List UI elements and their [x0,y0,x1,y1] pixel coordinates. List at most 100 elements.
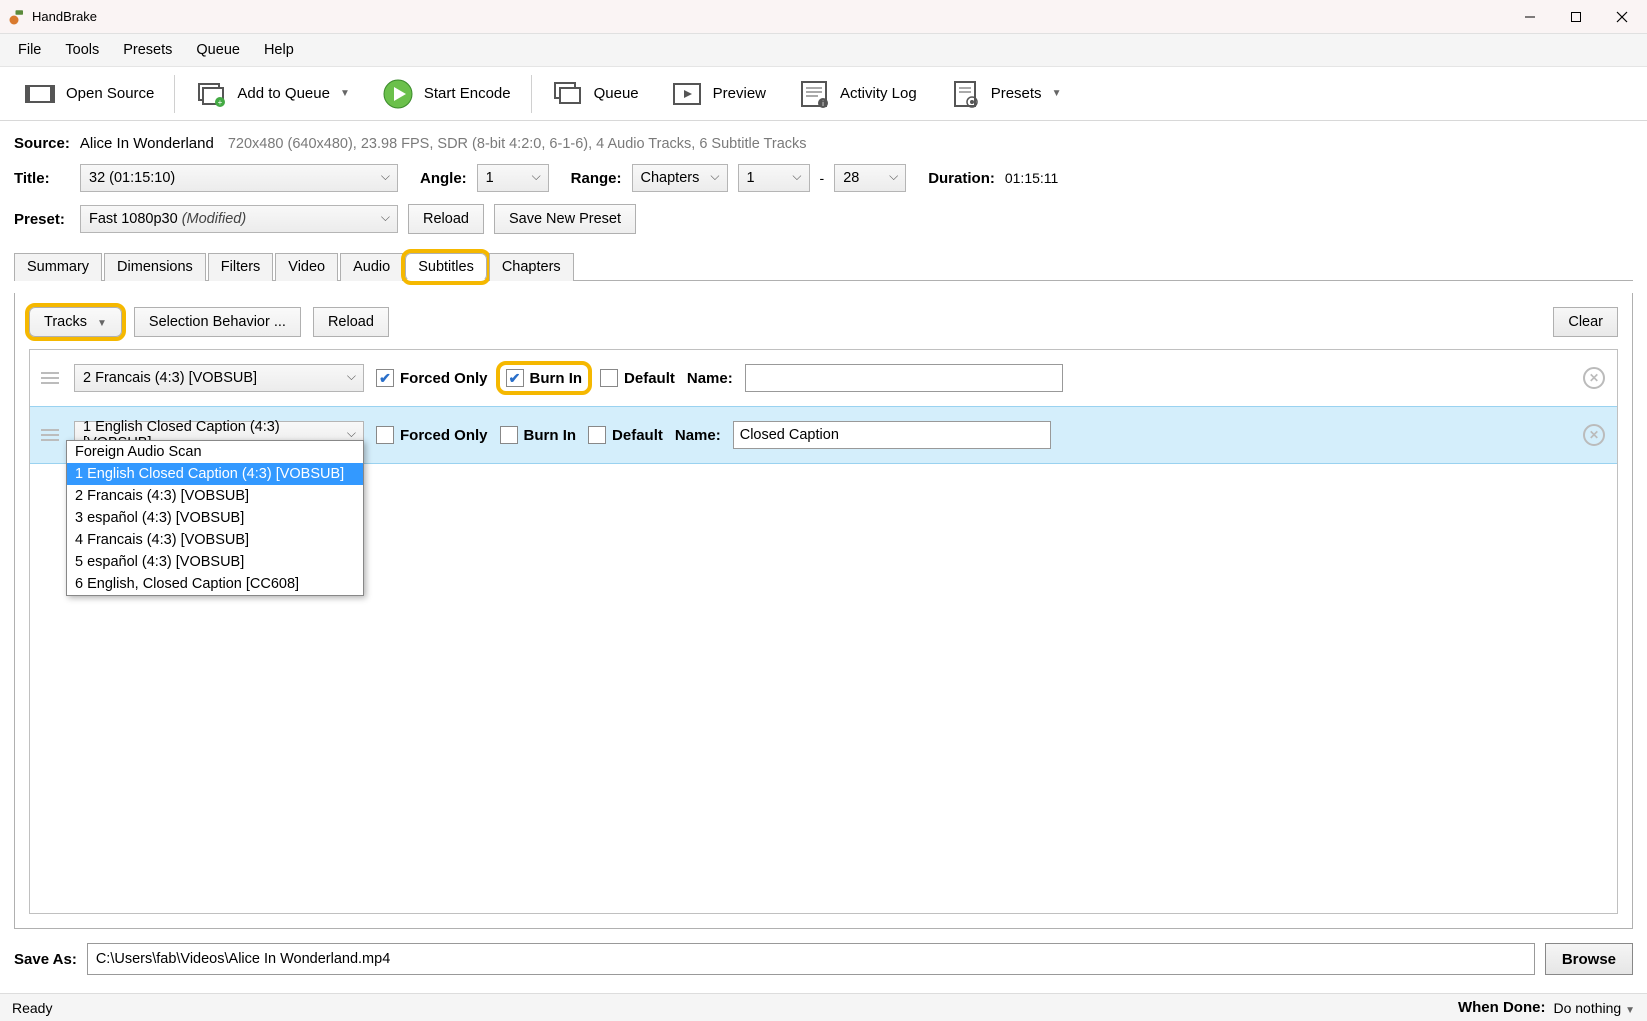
remove-track-button[interactable] [1583,424,1605,446]
when-done-select[interactable]: Do nothing ▼ [1553,1000,1635,1016]
tab-summary[interactable]: Summary [14,253,102,281]
save-new-preset-button[interactable]: Save New Preset [494,204,636,234]
range-to-select[interactable]: 28 [834,164,906,192]
track-name-input[interactable] [733,421,1051,449]
title-label: Title: [14,170,70,187]
dropdown-option[interactable]: 3 español (4:3) [VOBSUB] [67,507,363,529]
range-sep: - [820,170,825,186]
duration-label: Duration: [928,170,995,187]
when-done-label: When Done: [1458,999,1546,1016]
menu-file[interactable]: File [6,36,53,64]
dropdown-option[interactable]: 5 español (4:3) [VOBSUB] [67,551,363,573]
menubar: File Tools Presets Queue Help [0,34,1647,67]
tab-dimensions[interactable]: Dimensions [104,253,206,281]
forced-only-checkbox[interactable] [376,426,394,444]
save-as-input[interactable] [87,943,1535,975]
save-as-row: Save As: Browse [14,941,1633,983]
chevron-down-icon: ▼ [1625,1005,1635,1016]
app-icon [8,8,26,26]
start-encode-label: Start Encode [424,85,511,102]
menu-presets[interactable]: Presets [111,36,184,64]
status-text: Ready [12,1000,52,1016]
preview-icon [671,78,703,110]
preset-select[interactable]: Fast 1080p30 (Modified) [80,205,398,233]
tab-audio[interactable]: Audio [340,253,403,281]
presets-label: Presets [991,85,1042,102]
dropdown-option[interactable]: 1 English Closed Caption (4:3) [VOBSUB] [67,463,363,485]
subtitle-track-row: 2 Francais (4:3) [VOBSUB] Forced Only Bu… [30,350,1617,406]
preview-button[interactable]: Preview [661,74,776,114]
drag-handle-icon[interactable] [38,372,62,384]
default-label: Default [624,370,675,387]
range-type-select[interactable]: Chapters [632,164,728,192]
queue-button[interactable]: Queue [542,74,649,114]
maximize-button[interactable] [1553,1,1599,33]
source-label: Source: [14,135,70,152]
dropdown-option[interactable]: Foreign Audio Scan [67,441,363,463]
tab-video[interactable]: Video [275,253,338,281]
minimize-button[interactable] [1507,1,1553,33]
dropdown-option[interactable]: 4 Francais (4:3) [VOBSUB] [67,529,363,551]
menu-queue[interactable]: Queue [184,36,252,64]
dropdown-option[interactable]: 2 Francais (4:3) [VOBSUB] [67,485,363,507]
tab-chapters[interactable]: Chapters [489,253,574,281]
subtitles-reload-button[interactable]: Reload [313,307,389,337]
tab-filters[interactable]: Filters [208,253,273,281]
presets-button[interactable]: Presets ▼ [939,74,1072,114]
name-label: Name: [687,370,733,387]
remove-track-button[interactable] [1583,367,1605,389]
drag-handle-icon[interactable] [38,429,62,441]
activity-log-label: Activity Log [840,85,917,102]
statusbar: Ready When Done: Do nothing ▼ [0,993,1647,1021]
angle-select[interactable]: 1 [477,164,549,192]
tracks-list: 2 Francais (4:3) [VOBSUB] Forced Only Bu… [29,349,1618,914]
open-source-button[interactable]: Open Source [14,74,164,114]
tracks-button[interactable]: Tracks ▼ [29,307,122,337]
forced-only-label: Forced Only [400,427,488,444]
add-to-queue-label: Add to Queue [237,85,330,102]
activity-log-button[interactable]: i Activity Log [788,74,927,114]
menu-tools[interactable]: Tools [53,36,111,64]
forced-only-label: Forced Only [400,370,488,387]
queue-icon [552,78,584,110]
svg-text:+: + [218,98,223,107]
track-dropdown[interactable]: Foreign Audio Scan 1 English Closed Capt… [66,440,364,596]
content-area: Source: Alice In Wonderland 720x480 (640… [0,121,1647,993]
burn-in-label: Burn In [530,370,583,387]
duration-value: 01:15:11 [1005,170,1058,186]
log-icon: i [798,78,830,110]
burn-in-checkbox[interactable] [500,426,518,444]
window-title: HandBrake [32,9,1507,24]
preset-reload-button[interactable]: Reload [408,204,484,234]
default-checkbox[interactable] [588,426,606,444]
dropdown-option[interactable]: 6 English, Closed Caption [CC608] [67,573,363,595]
selection-behavior-button[interactable]: Selection Behavior ... [134,307,301,337]
chevron-down-icon: ▼ [1052,88,1062,99]
preset-label: Preset: [14,211,70,228]
add-to-queue-button[interactable]: + Add to Queue ▼ [185,74,359,114]
clear-button[interactable]: Clear [1553,307,1618,337]
play-icon [382,78,414,110]
chevron-down-icon: ▼ [340,88,350,99]
chevron-down-icon: ▼ [97,318,107,329]
forced-only-checkbox[interactable] [376,369,394,387]
default-label: Default [612,427,663,444]
range-from-select[interactable]: 1 [738,164,810,192]
track-name-input[interactable] [745,364,1063,392]
angle-label: Angle: [420,170,467,187]
tabs: Summary Dimensions Filters Video Audio S… [14,252,1633,281]
start-encode-button[interactable]: Start Encode [372,74,521,114]
title-row: Title: 32 (01:15:10) Angle: 1 Range: Cha… [14,164,1633,192]
queue-add-icon: + [195,78,227,110]
source-info: 720x480 (640x480), 23.98 FPS, SDR (8-bit… [228,136,807,152]
close-button[interactable] [1599,1,1645,33]
default-checkbox[interactable] [600,369,618,387]
track-select[interactable]: 2 Francais (4:3) [VOBSUB] [74,364,364,392]
title-select[interactable]: 32 (01:15:10) [80,164,398,192]
menu-help[interactable]: Help [252,36,306,64]
burn-in-checkbox[interactable] [506,369,524,387]
preset-row: Preset: Fast 1080p30 (Modified) Reload S… [14,204,1633,234]
tab-subtitles[interactable]: Subtitles [405,253,487,281]
browse-button[interactable]: Browse [1545,943,1633,975]
titlebar: HandBrake [0,0,1647,34]
